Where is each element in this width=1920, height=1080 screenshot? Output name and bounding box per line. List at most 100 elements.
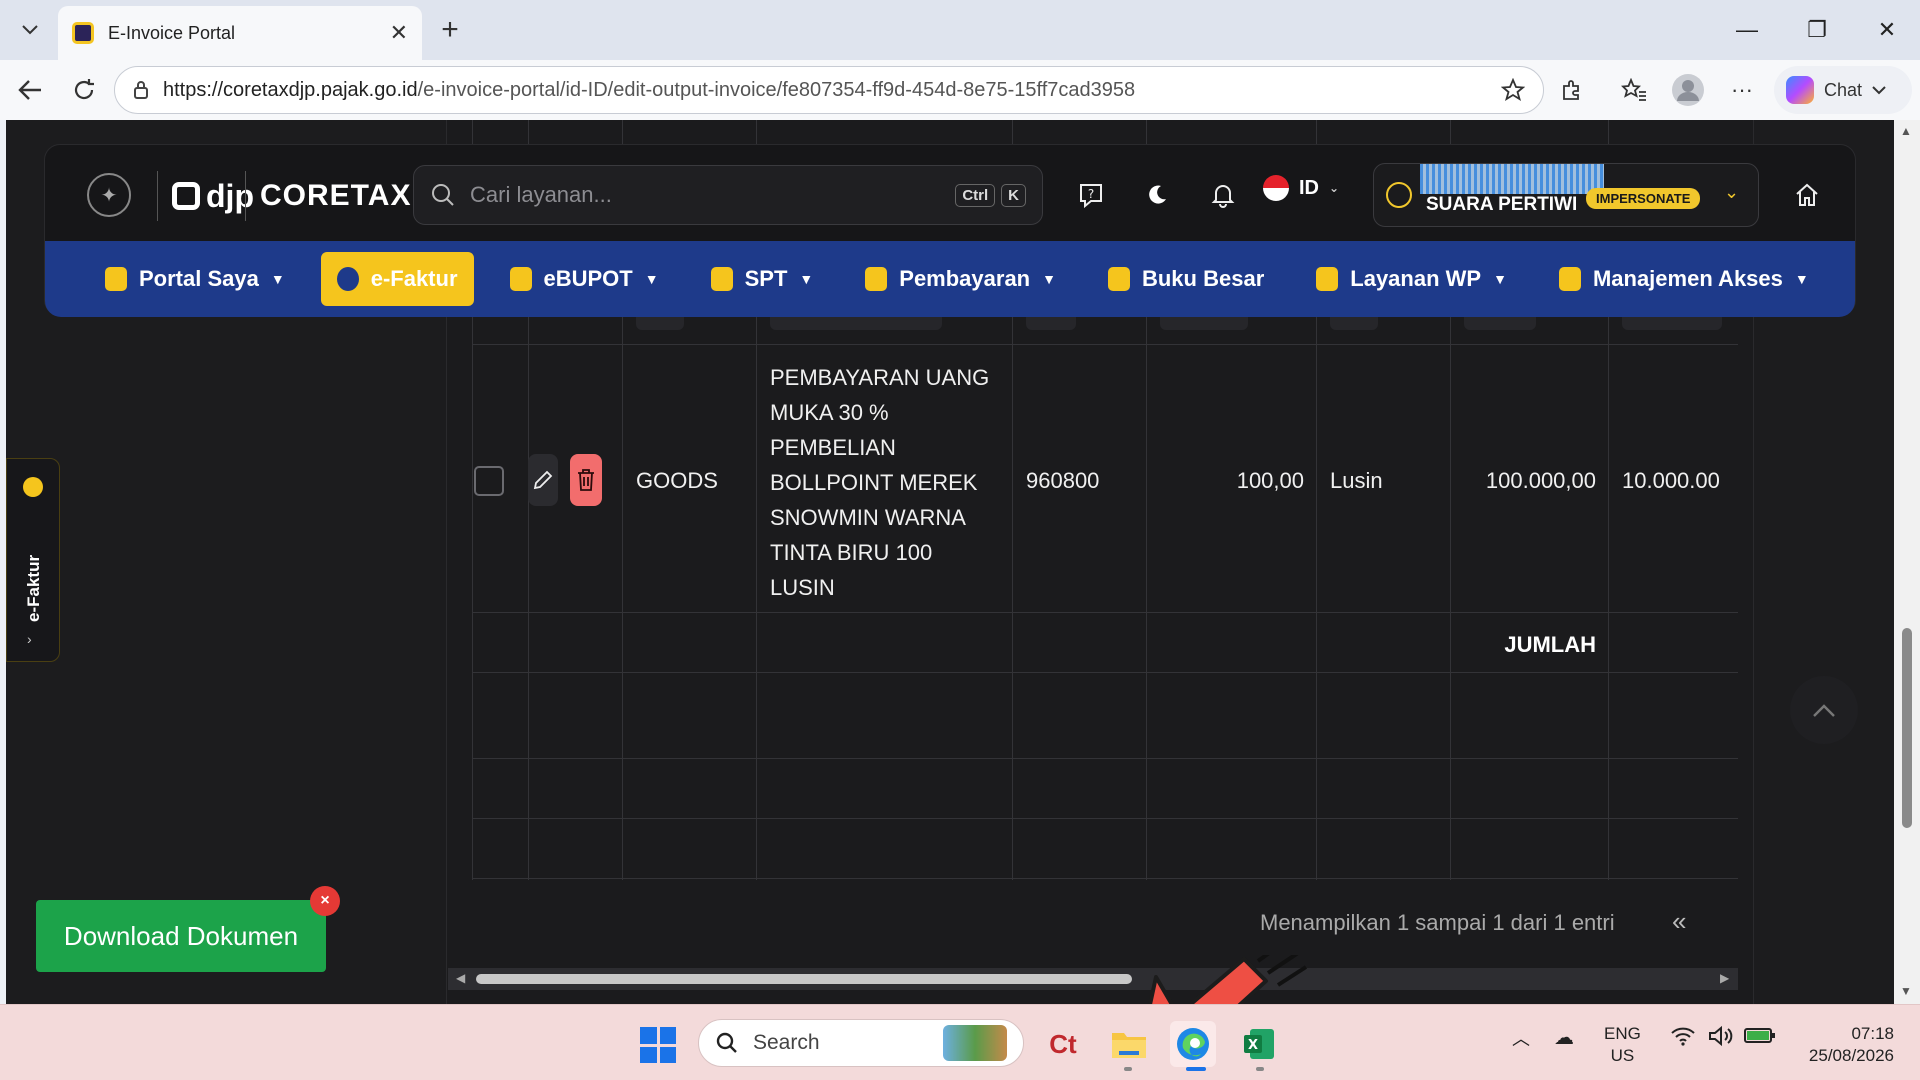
extensions-button[interactable] (1552, 70, 1592, 110)
home-button[interactable] (1787, 175, 1827, 215)
table-horizontal-scrollbar[interactable]: ◀ ▶ (448, 968, 1738, 990)
user-name: SUARA PERTIWI (1426, 194, 1578, 215)
scroll-down-arrow-icon[interactable]: ▼ (1900, 984, 1912, 998)
onedrive-sync-icon[interactable]: ☁ (1554, 1025, 1574, 1050)
edge-browser-icon[interactable] (1170, 1021, 1216, 1067)
page-viewport: GOODS PEMBAYARAN UANG MUKA 30 % PEMBELIA… (6, 120, 1894, 1004)
coretax-logo[interactable]: CORETAX (245, 171, 411, 221)
chevron-up-icon (1813, 704, 1835, 717)
copilot-chat-button[interactable]: Chat (1774, 66, 1912, 114)
wifi-icon[interactable] (1670, 1025, 1696, 1052)
minimize-button[interactable]: — (1712, 0, 1782, 60)
description-line: BOLLPOINT MEREK (770, 470, 978, 495)
help-chat-icon: ? (1080, 184, 1102, 209)
new-tab-button[interactable]: + (432, 12, 468, 48)
e-faktur-side-tab[interactable]: e-Faktur › (6, 458, 60, 662)
description-line: MUKA 30 % (770, 400, 889, 425)
taskbar-search-label: Search (753, 1031, 820, 1054)
djp-logo[interactable]: djp (157, 171, 254, 221)
search-placeholder: Cari layanan... (470, 182, 612, 207)
favorite-star-icon[interactable] (1501, 78, 1525, 102)
nav-e-faktur[interactable]: e-Faktur (320, 252, 474, 306)
horizontal-scroll-thumb[interactable] (476, 974, 1132, 984)
bell-icon (1211, 185, 1235, 208)
nav-pembayaran[interactable]: Pembayaran ▼ (849, 252, 1072, 306)
nav-spt[interactable]: SPT ▼ (695, 252, 830, 306)
impersonate-badge: IMPERSONATE (1586, 188, 1701, 209)
reload-button[interactable] (64, 70, 104, 110)
nav-manajemen-akses[interactable]: Manajemen Akses ▼ (1543, 252, 1825, 306)
table-row-divider (472, 818, 1738, 819)
battery-charging-icon[interactable] (1744, 1025, 1776, 1050)
coretax-app-icon[interactable]: Ct (1040, 1021, 1086, 1067)
edit-row-button[interactable] (528, 454, 558, 506)
table-row-divider (472, 758, 1738, 759)
svg-text:X: X (1248, 1038, 1258, 1053)
chevron-down-icon: ▼ (270, 271, 285, 287)
chat-label: Chat (1824, 79, 1863, 100)
cell-quantity: 100,00 (1236, 468, 1304, 493)
chevron-down-icon (22, 25, 38, 35)
file-explorer-icon[interactable] (1106, 1021, 1152, 1067)
notifications-button[interactable] (1203, 175, 1243, 215)
back-to-top-button[interactable] (1790, 676, 1858, 744)
header-filter-stub (1622, 316, 1722, 330)
dark-mode-toggle[interactable] (1137, 175, 1177, 215)
search-icon (432, 184, 454, 206)
scroll-up-arrow-icon[interactable]: ▲ (1900, 124, 1912, 138)
scroll-right-arrow-icon[interactable]: ▶ (1720, 971, 1729, 985)
taskbar-search[interactable]: Search (698, 1019, 1024, 1067)
table-row-divider (472, 612, 1738, 613)
ebupot-icon (509, 267, 532, 291)
tab-list-button[interactable] (8, 8, 52, 52)
windows-start-icon[interactable] (640, 1027, 676, 1063)
trash-icon (578, 469, 594, 491)
lang-line2: US (1610, 1046, 1635, 1065)
nav-layanan-wp[interactable]: Layanan WP ▼ (1300, 252, 1523, 306)
back-button[interactable] (10, 70, 50, 110)
close-window-button[interactable]: ✕ (1852, 0, 1920, 60)
redacted-pattern (1420, 164, 1604, 194)
cell-total: 10.000.00 (1622, 468, 1720, 493)
description-line: SNOWMIN WARNA (770, 505, 966, 530)
language-code: ID (1299, 176, 1319, 199)
nav-buku-besar[interactable]: Buku Besar (1092, 252, 1280, 306)
profile-button[interactable] (1668, 70, 1708, 110)
help-button[interactable]: ? (1071, 175, 1111, 215)
download-document-button[interactable]: Download Dokumen (36, 900, 326, 972)
page-vertical-scrollbar[interactable]: ▲ ▼ (1894, 120, 1920, 1004)
user-account-menu[interactable]: SUARA PERTIWI IMPERSONATE ⌄ (1373, 163, 1759, 227)
excel-icon[interactable]: X (1236, 1021, 1282, 1067)
service-search-input[interactable]: Cari layanan... Ctrl K (413, 165, 1043, 225)
system-clock[interactable]: 07:18 25/08/2026 (1794, 1023, 1894, 1067)
nav-ebupot[interactable]: eBUPOT ▼ (494, 252, 675, 306)
address-bar[interactable]: https://coretaxdjp.pajak.go.id/e-invoice… (114, 66, 1544, 114)
nav-label: e-Faktur (370, 266, 458, 291)
cell-description: PEMBAYARAN UANG MUKA 30 % PEMBELIAN BOLL… (770, 360, 1000, 605)
favorites-list-icon (1621, 78, 1646, 101)
tab-close-icon[interactable]: ✕ (390, 20, 408, 46)
first-page-button[interactable]: « (1672, 906, 1686, 937)
nav-portal-saya[interactable]: Portal Saya ▼ (89, 252, 301, 306)
close-icon[interactable]: × (310, 886, 340, 916)
nav-label: SPT (744, 266, 788, 291)
reload-icon (74, 79, 94, 100)
delete-row-button[interactable] (570, 454, 602, 506)
grid-icon (1316, 267, 1339, 291)
clock-date: 25/08/2026 (1808, 1046, 1894, 1065)
more-menu-button[interactable]: ··· (1722, 70, 1762, 110)
volume-icon[interactable] (1708, 1025, 1734, 1052)
more-dots-icon: ··· (1731, 77, 1753, 102)
nav-label: Buku Besar (1141, 266, 1265, 291)
language-selector[interactable]: ID ⌄ (1263, 175, 1339, 201)
input-language-indicator[interactable]: ENG US (1604, 1023, 1641, 1067)
favorites-button[interactable] (1614, 70, 1654, 110)
description-line: LUSIN (770, 575, 835, 600)
scroll-left-arrow-icon[interactable]: ◀ (456, 971, 465, 985)
tray-overflow-icon[interactable]: ︿ (1512, 1025, 1530, 1051)
vertical-scroll-thumb[interactable] (1902, 628, 1912, 828)
row-select-checkbox[interactable] (474, 466, 504, 496)
key-icon (1558, 267, 1581, 291)
restore-button[interactable]: ❐ (1782, 0, 1852, 60)
browser-tab-active[interactable]: E-Invoice Portal ✕ (58, 6, 422, 60)
